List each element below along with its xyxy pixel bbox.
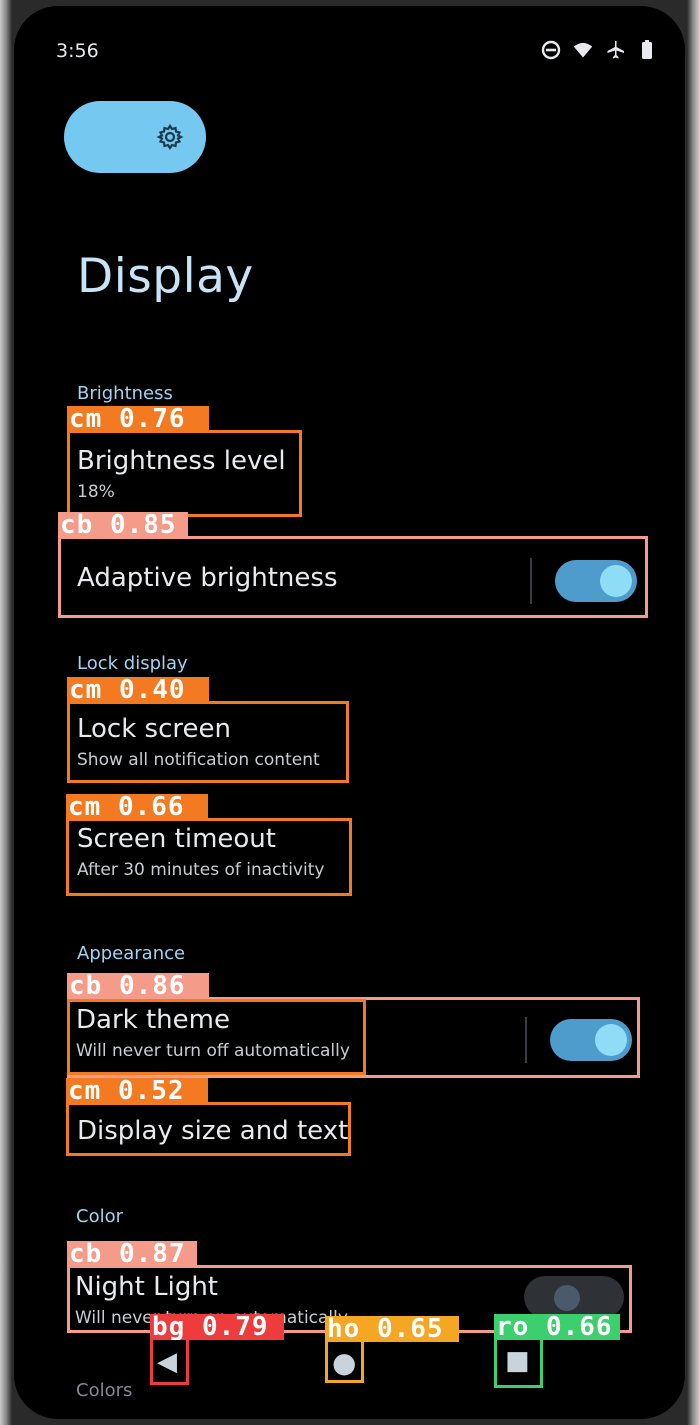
section-header-appearance: Appearance (77, 943, 186, 964)
section-header-brightness: Brightness (77, 383, 173, 404)
detection-box (67, 999, 366, 1075)
detection-box (67, 430, 302, 517)
detection-box (66, 1102, 351, 1156)
detection-label: cb 0.86 (67, 973, 209, 999)
detection-label: cb 0.85 (58, 512, 188, 538)
detection-box (66, 818, 352, 896)
detection-label: bg 0.79 (150, 1314, 284, 1340)
do-not-disturb-icon (541, 40, 561, 60)
wifi-icon (573, 40, 593, 60)
detection-label: cb 0.87 (67, 1241, 197, 1267)
page-title: Display (77, 249, 254, 304)
section-header-colors: Colors (76, 1380, 133, 1401)
airplane-icon (605, 40, 625, 60)
detection-label: cm 0.66 (66, 794, 208, 820)
detection-box (494, 1337, 543, 1388)
detection-label: cm 0.52 (66, 1078, 208, 1104)
detection-box (67, 701, 349, 783)
detection-label: cm 0.76 (67, 406, 209, 432)
section-header-color: Color (76, 1206, 123, 1227)
detection-box (325, 1336, 364, 1383)
detection-box (150, 1336, 189, 1385)
gear-icon (156, 123, 184, 151)
status-icons (541, 40, 657, 60)
detection-label: ro 0.66 (494, 1314, 620, 1340)
status-time: 3:56 (56, 40, 99, 62)
detection-label: ho 0.65 (325, 1316, 459, 1342)
battery-icon (637, 40, 657, 60)
phone-frame: 3:56 Display Brightness Brightness level… (0, 0, 699, 1425)
section-header-lock-display: Lock display (77, 653, 188, 674)
settings-pill-button[interactable] (64, 101, 206, 173)
detection-label: cm 0.40 (67, 677, 209, 703)
detection-box (58, 536, 648, 618)
